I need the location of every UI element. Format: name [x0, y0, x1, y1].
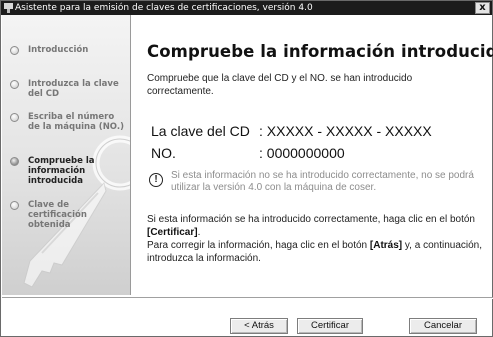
instructions-text: Si esta información se ha introducido co…: [147, 213, 487, 265]
page-title: Compruebe la información introducida: [147, 42, 493, 61]
instruction-fragment: Si esta información se ha introducido co…: [147, 214, 475, 225]
app-icon: [4, 3, 13, 13]
cd-key-value: : XXXXX - XXXXX - XXXXX: [259, 123, 432, 139]
certify-reference: [Certificar]: [147, 227, 198, 238]
step-status-icon: [10, 80, 19, 89]
cd-key-label: La clave del CD: [151, 123, 250, 139]
key-illustration-icon: [23, 135, 130, 288]
step-label: Clave de certificación obtenida: [28, 200, 87, 230]
exclamation-icon: !: [149, 173, 163, 187]
step-label: Escriba el número de la máquina (NO.): [28, 112, 124, 132]
wizard-window: Asistente para la emisión de claves de c…: [0, 0, 493, 337]
step-status-icon: [10, 201, 19, 210]
certify-button[interactable]: Certificar: [297, 318, 363, 334]
window-title: Asistente para la emisión de claves de c…: [15, 3, 313, 13]
footer-divider: [2, 297, 493, 299]
step-status-icon: [10, 113, 19, 122]
step-label: Introducción: [28, 45, 89, 55]
cancel-button[interactable]: Cancelar: [409, 318, 477, 334]
instruction-fragment: .: [197, 227, 201, 238]
description-text: Compruebe que la clave del CD y el NO. s…: [147, 73, 413, 97]
back-reference: [Atrás]: [369, 240, 403, 251]
machine-number-label: NO.: [151, 145, 176, 161]
step-status-icon: [10, 157, 19, 166]
step-status-icon: [10, 46, 19, 55]
title-bar: Asistente para la emisión de claves de c…: [1, 1, 492, 15]
step-label: Compruebe la información introducida: [28, 156, 95, 186]
close-button[interactable]: x: [475, 2, 490, 14]
warning-text: Si esta información no se ha introducido…: [171, 170, 474, 193]
machine-number-value: : 0000000000: [259, 145, 345, 161]
step-label: Introduzca la clave del CD: [28, 79, 119, 99]
back-button[interactable]: < Atrás: [230, 318, 288, 334]
main-content: Compruebe la información introducida Com…: [147, 15, 493, 295]
instruction-fragment: Para corregir la información, haga clic …: [147, 240, 370, 251]
steps-sidebar: Introducción Introduzca la clave del CD …: [2, 15, 131, 295]
